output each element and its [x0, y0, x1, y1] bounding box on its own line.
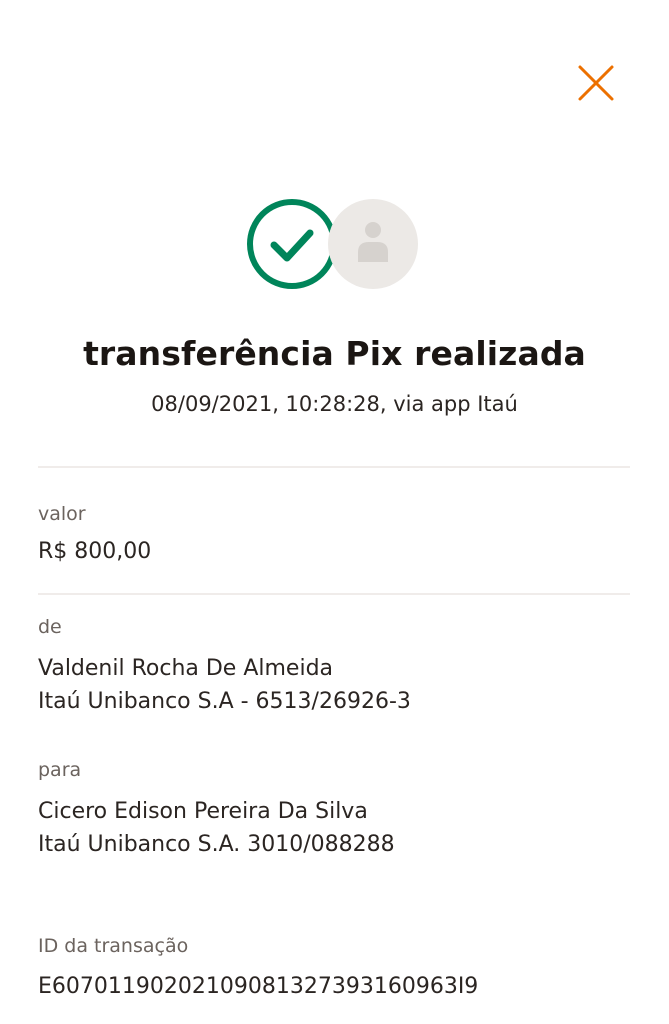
from-bank: Itaú Unibanco S.A - 6513/26926-3	[38, 689, 411, 714]
transaction-id-value: E60701190202109081327393160963I9	[38, 974, 479, 999]
divider	[38, 466, 630, 468]
transfer-datetime: 08/09/2021, 10:28:28, via app Itaú	[151, 392, 518, 416]
person-icon	[358, 222, 388, 262]
from-name: Valdenil Rocha De Almeida	[38, 656, 334, 681]
avatar	[328, 199, 418, 289]
divider	[38, 593, 630, 595]
to-bank: Itaú Unibanco S.A. 3010/088288	[38, 832, 395, 857]
amount-value: R$ 800,00	[38, 539, 152, 564]
status-icons	[246, 198, 422, 292]
close-icon[interactable]	[574, 60, 620, 106]
from-label: de	[38, 616, 62, 638]
to-label: para	[38, 759, 82, 781]
to-name: Cicero Edison Pereira Da Silva	[38, 799, 368, 824]
close-button[interactable]	[574, 60, 620, 106]
transaction-id-label: ID da transação	[38, 935, 189, 957]
amount-label: valor	[38, 503, 86, 525]
page-title: transferência Pix realizada	[83, 334, 586, 373]
check-circle-icon	[247, 199, 337, 289]
